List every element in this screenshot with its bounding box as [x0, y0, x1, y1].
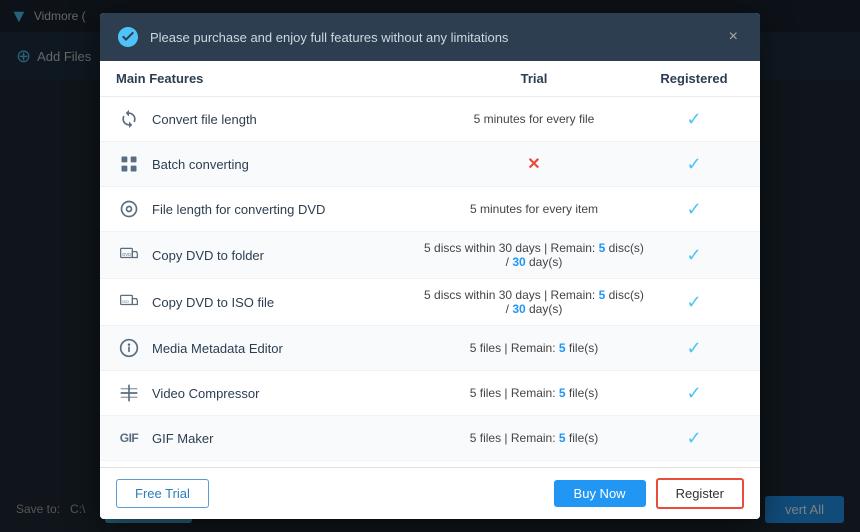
register-button[interactable]: Register [656, 478, 744, 509]
registered-value-gif-maker: ✓ [644, 428, 744, 449]
feature-row-copy-dvd-folder: DVD Copy DVD to folder 5 discs within 30… [100, 232, 760, 279]
feature-icon-batch-converting [116, 151, 142, 177]
feature-list: Convert file length 5 minutes for every … [100, 97, 760, 467]
trial-value-video-compressor: 5 files | Remain: 5 file(s) [424, 386, 644, 400]
feature-left-media-metadata: Media Metadata Editor [116, 335, 424, 361]
feature-name-video-compressor: Video Compressor [152, 386, 259, 401]
registered-value-copy-dvd-folder: ✓ [644, 245, 744, 266]
registered-value-copy-dvd-iso: ✓ [644, 292, 744, 313]
trial-highlight: 30 [512, 255, 525, 269]
checkmark-icon: ✓ [686, 154, 701, 174]
trial-value-file-length-dvd: 5 minutes for every item [424, 202, 644, 216]
svg-text:ISO: ISO [122, 300, 129, 304]
modal-footer: Free Trial Buy Now Register [100, 467, 760, 519]
trial-text: file(s) [566, 341, 599, 355]
trial-value-copy-dvd-folder: 5 discs within 30 days | Remain: 5 disc(… [424, 241, 644, 269]
trial-highlight: 5 [559, 431, 566, 445]
column-headers: Main Features Trial Registered [100, 61, 760, 97]
modal-header-left: Please purchase and enjoy full features … [116, 25, 508, 49]
registered-value-media-metadata: ✓ [644, 338, 744, 359]
col-feature-header: Main Features [116, 71, 424, 86]
feature-name-media-metadata: Media Metadata Editor [152, 341, 283, 356]
modal-close-button[interactable]: × [723, 27, 744, 47]
feature-icon-gif-maker: GIF [116, 425, 142, 451]
trial-value-batch-converting: ✕ [424, 154, 644, 174]
trial-text: 5 minutes for every item [470, 202, 598, 216]
feature-name-copy-dvd-iso: Copy DVD to ISO file [152, 295, 274, 310]
col-registered-header: Registered [644, 71, 744, 86]
checkmark-icon: ✓ [686, 292, 701, 312]
checkmark-icon: ✓ [686, 245, 701, 265]
trial-text: file(s) [566, 386, 599, 400]
trial-text: 5 discs within 30 days | Remain: [424, 288, 599, 302]
feature-row-copy-dvd-iso: ISO Copy DVD to ISO file 5 discs within … [100, 279, 760, 326]
feature-left-copy-dvd-folder: DVD Copy DVD to folder [116, 242, 424, 268]
trial-x-icon: ✕ [527, 156, 540, 173]
trial-value-gif-maker: 5 files | Remain: 5 file(s) [424, 431, 644, 445]
purchase-modal: Please purchase and enjoy full features … [100, 13, 760, 519]
feature-icon-file-length-dvd [116, 196, 142, 222]
feature-left-batch-converting: Batch converting [116, 151, 424, 177]
feature-left-file-length-dvd: File length for converting DVD [116, 196, 424, 222]
feature-icon-media-metadata [116, 335, 142, 361]
registered-value-video-compressor: ✓ [644, 383, 744, 404]
checkmark-icon: ✓ [686, 383, 701, 403]
feature-row-video-compressor: Video Compressor 5 files | Remain: 5 fil… [100, 371, 760, 416]
feature-name-batch-converting: Batch converting [152, 157, 249, 172]
checkmark-icon: ✓ [686, 428, 701, 448]
feature-name-gif-maker: GIF Maker [152, 431, 213, 446]
feature-row-batch-converting: Batch converting ✕ ✓ [100, 142, 760, 187]
registered-value-file-length-dvd: ✓ [644, 199, 744, 220]
feature-left-copy-dvd-iso: ISO Copy DVD to ISO file [116, 289, 424, 315]
modal-overlay: Please purchase and enjoy full features … [0, 0, 860, 532]
checkmark-icon: ✓ [686, 338, 701, 358]
feature-name-copy-dvd-folder: Copy DVD to folder [152, 248, 264, 263]
trial-highlight: 5 [559, 386, 566, 400]
trial-text: 5 minutes for every file [474, 112, 595, 126]
feature-name-file-length-dvd: File length for converting DVD [152, 202, 325, 217]
feature-row-file-length-dvd: File length for converting DVD 5 minutes… [100, 187, 760, 232]
trial-text: 5 files | Remain: [470, 386, 559, 400]
feature-row-gif-maker: GIF GIF Maker 5 files | Remain: 5 file(s… [100, 416, 760, 461]
feature-left-video-compressor: Video Compressor [116, 380, 424, 406]
modal-header: Please purchase and enjoy full features … [100, 13, 760, 61]
trial-highlight: 5 [559, 341, 566, 355]
trial-highlight: 30 [512, 302, 525, 316]
feature-left-convert-file-length: Convert file length [116, 106, 424, 132]
trial-text: 5 files | Remain: [470, 341, 559, 355]
checkmark-icon: ✓ [686, 109, 701, 129]
registered-value-batch-converting: ✓ [644, 154, 744, 175]
col-trial-header: Trial [424, 71, 644, 86]
feature-row-convert-file-length: Convert file length 5 minutes for every … [100, 97, 760, 142]
feature-icon-copy-dvd-folder: DVD [116, 242, 142, 268]
trial-text: day(s) [526, 302, 563, 316]
modal-header-message: Please purchase and enjoy full features … [150, 30, 508, 45]
trial-text: 5 discs within 30 days | Remain: [424, 241, 599, 255]
feature-icon-convert-file-length [116, 106, 142, 132]
free-trial-footer-button[interactable]: Free Trial [116, 479, 209, 508]
feature-name-convert-file-length: Convert file length [152, 112, 257, 127]
feature-icon-copy-dvd-iso: ISO [116, 289, 142, 315]
trial-value-media-metadata: 5 files | Remain: 5 file(s) [424, 341, 644, 355]
trial-text: file(s) [566, 431, 599, 445]
feature-icon-video-compressor [116, 380, 142, 406]
trial-value-copy-dvd-iso: 5 discs within 30 days | Remain: 5 disc(… [424, 288, 644, 316]
feature-row-media-metadata: Media Metadata Editor 5 files | Remain: … [100, 326, 760, 371]
trial-value-convert-file-length: 5 minutes for every file [424, 112, 644, 126]
checkmark-icon: ✓ [686, 199, 701, 219]
buy-now-button[interactable]: Buy Now [554, 480, 646, 507]
feature-left-gif-maker: GIF GIF Maker [116, 425, 424, 451]
trial-text: day(s) [526, 255, 563, 269]
svg-text:DVD: DVD [122, 252, 131, 257]
vidmore-logo-icon [116, 25, 140, 49]
registered-value-convert-file-length: ✓ [644, 109, 744, 130]
trial-text: 5 files | Remain: [470, 431, 559, 445]
